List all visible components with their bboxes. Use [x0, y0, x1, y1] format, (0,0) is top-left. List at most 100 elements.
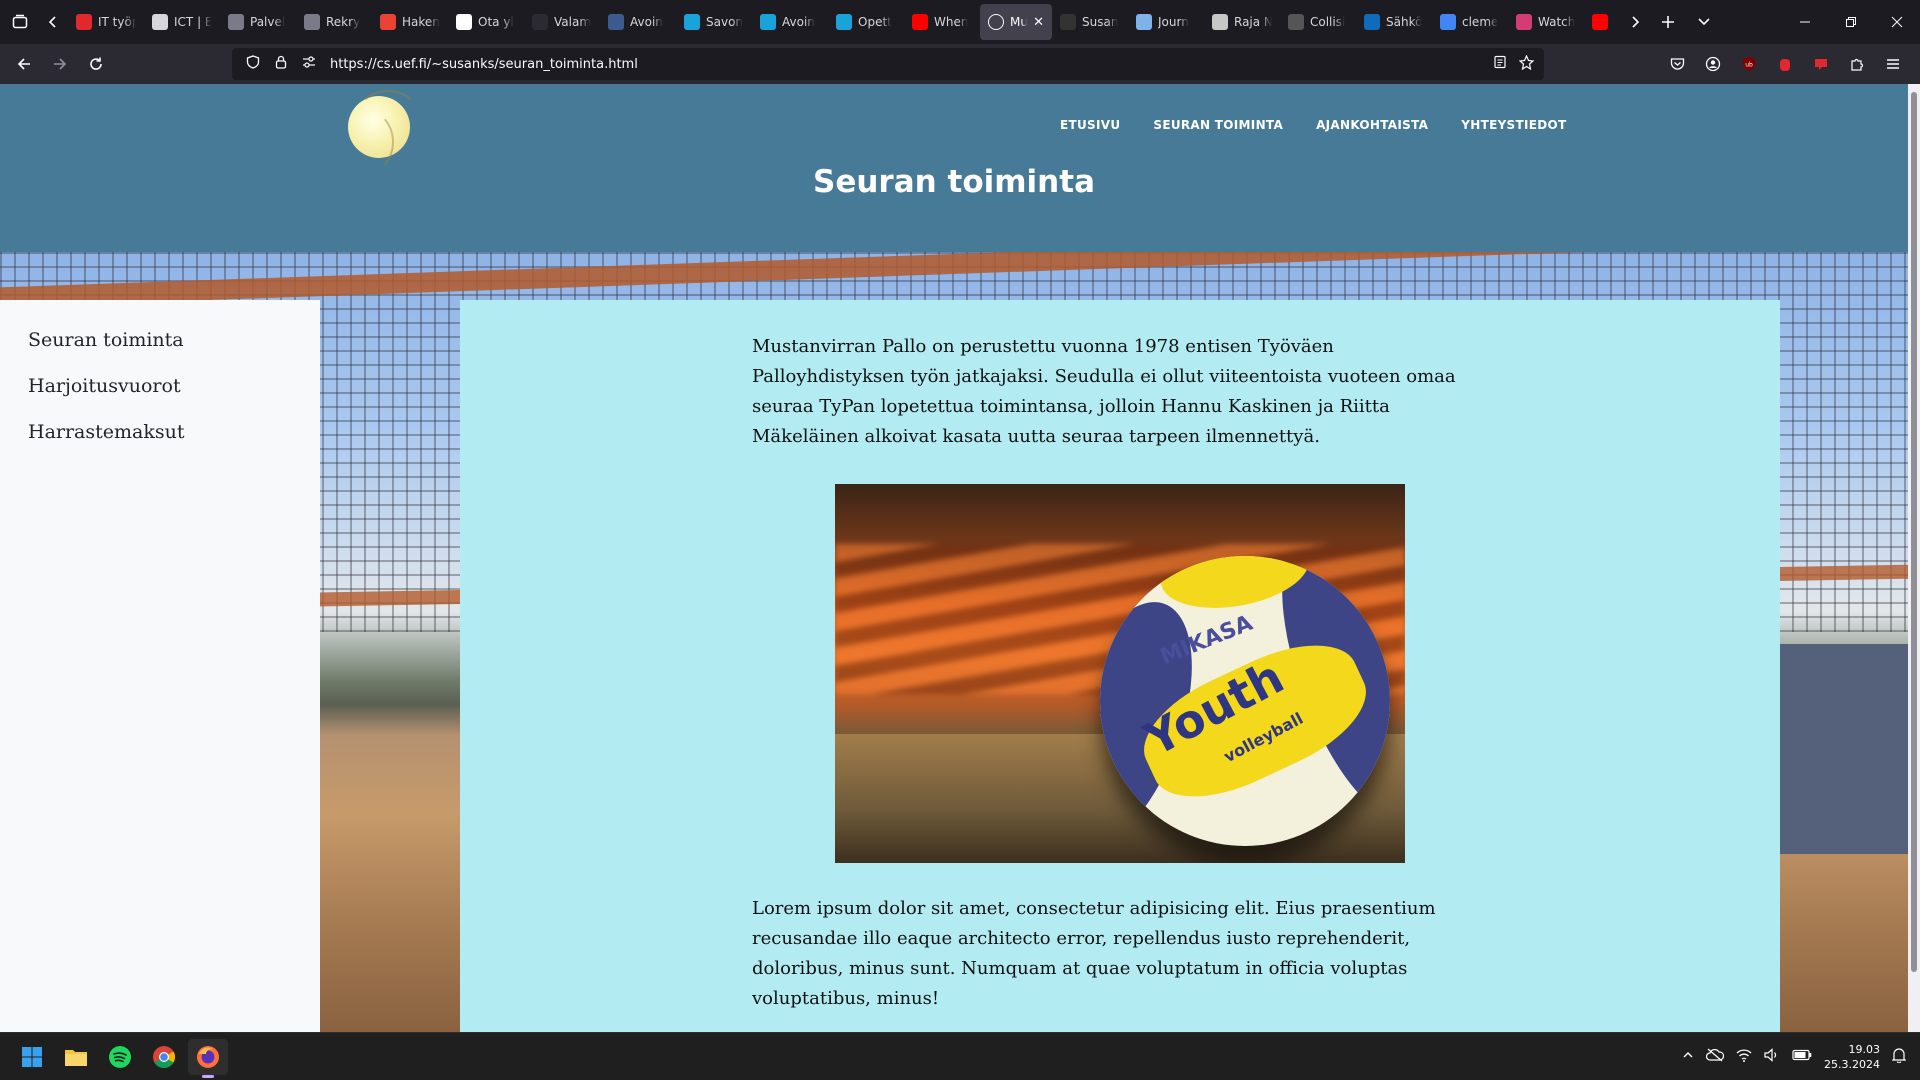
show-hidden-icons-chevron-icon[interactable]: [1682, 1049, 1694, 1065]
sidebar-item-harjoitusvuorot[interactable]: Harjoitusvuorot: [0, 366, 320, 412]
browser-tab[interactable]: Avoin: [600, 4, 676, 40]
youtube-favicon: [912, 14, 928, 30]
url-bar[interactable]: https://cs.uef.fi/~susanks/seuran_toimin…: [232, 48, 1544, 80]
browser-tab[interactable]: Watch: [1508, 4, 1584, 40]
gmail-favicon: [380, 14, 396, 30]
nav-link-etusivu[interactable]: ETUSIVU: [1060, 118, 1120, 132]
clock[interactable]: 19.03 25.3.2024: [1824, 1042, 1880, 1072]
volume-icon[interactable]: [1764, 1048, 1780, 1066]
close-tab-icon[interactable]: ✕: [1033, 15, 1044, 30]
browser-tab[interactable]: Ota yl: [448, 4, 524, 40]
tab-title: Watch: [1538, 15, 1576, 29]
extensions-puzzle-icon[interactable]: [1840, 48, 1874, 80]
cloud-favicon: [1136, 14, 1152, 30]
ublock-origin-icon[interactable]: ub: [1732, 48, 1766, 80]
wifi-icon[interactable]: [1736, 1048, 1752, 1066]
hand-extension-icon[interactable]: [1768, 48, 1802, 80]
spotify-icon[interactable]: [100, 1039, 140, 1075]
nav-link-yhteystiedot[interactable]: YHTEYSTIEDOT: [1461, 118, 1566, 132]
red-extension-icon[interactable]: [1804, 48, 1838, 80]
windows-start-icon[interactable]: [12, 1039, 52, 1075]
browser-tab[interactable]: IT työp: [68, 4, 144, 40]
tabs-scroll-left-icon[interactable]: [38, 4, 68, 40]
tab-title: When: [934, 15, 969, 29]
sidebar-item-harrastemaksut[interactable]: Harrastemaksut: [0, 412, 320, 458]
intro-paragraph: Mustanvirran Pallo on perustettu vuonna …: [752, 336, 1456, 447]
nav-link-seuran-toiminta[interactable]: SEURAN TOIMINTA: [1153, 118, 1283, 132]
minimize-icon[interactable]: [1782, 0, 1828, 44]
tabs-scroll-right-icon[interactable]: [1620, 4, 1650, 40]
close-window-icon[interactable]: [1874, 0, 1920, 44]
browser-tab[interactable]: Palvel: [220, 4, 296, 40]
browser-tab[interactable]: Rekry: [296, 4, 372, 40]
scrollbar-thumb[interactable]: [1911, 92, 1917, 972]
browser-tab[interactable]: Savon: [676, 4, 752, 40]
notification-bell-icon[interactable]: [1891, 1047, 1907, 1067]
browser-tab[interactable]: Susan: [1052, 4, 1128, 40]
browser-tab[interactable]: Avoin: [752, 4, 828, 40]
browser-tab[interactable]: [1584, 4, 1620, 40]
outlook-favicon: [1364, 14, 1380, 30]
browser-tab[interactable]: Opett: [828, 4, 904, 40]
volleyball-photo: MIKASA Youth volleyball: [835, 484, 1405, 863]
tab-title: Rekry: [326, 15, 361, 29]
tab-title: Avoin: [782, 15, 815, 29]
url-text[interactable]: https://cs.uef.fi/~susanks/seuran_toimin…: [330, 57, 638, 72]
firefox-view-icon[interactable]: [2, 4, 38, 40]
main-navigation: ETUSIVU SEURAN TOIMINTA AJANKOHTAISTA YH…: [1060, 118, 1567, 132]
tab-title: Palvel: [250, 15, 286, 29]
nav-link-ajankohtaista[interactable]: AJANKOHTAISTA: [1316, 118, 1428, 132]
lorem-paragraph: Lorem ipsum dolor sit amet, consectetur …: [752, 898, 1436, 1009]
clock-time: 19.03: [1848, 1043, 1881, 1056]
ring-favicon: [684, 14, 700, 30]
forward-arrow-icon[interactable]: [42, 48, 78, 80]
reload-icon[interactable]: [78, 48, 114, 80]
menu-lines-favicon: [152, 14, 168, 30]
reader-view-icon[interactable]: [1493, 55, 1507, 74]
tab-title: Haken: [402, 15, 440, 29]
permissions-icon[interactable]: [298, 56, 320, 72]
browser-tab[interactable]: Valam: [524, 4, 600, 40]
new-tab-plus-icon[interactable]: [1650, 4, 1686, 40]
browser-tab[interactable]: ICT | E: [144, 4, 220, 40]
pocket-icon[interactable]: [1660, 48, 1694, 80]
volleyball-logo[interactable]: [348, 90, 420, 174]
tab-title: Collisi: [1310, 15, 1346, 29]
tab-title: ICT | E: [174, 15, 212, 29]
restore-icon[interactable]: [1828, 0, 1874, 44]
browser-tab[interactable]: Raja N: [1204, 4, 1280, 40]
browser-tab[interactable]: Haken: [372, 4, 448, 40]
app-menu-hamburger-icon[interactable]: [1876, 48, 1910, 80]
image-favicon: [1212, 14, 1228, 30]
file-explorer-icon[interactable]: [56, 1039, 96, 1075]
tab-title: Journ: [1158, 15, 1189, 29]
sidebar-item-seuran-toiminta[interactable]: Seuran toiminta: [0, 320, 320, 366]
onedrive-offline-icon[interactable]: [1705, 1048, 1725, 1066]
account-icon[interactable]: [1696, 48, 1730, 80]
back-arrow-icon[interactable]: [6, 48, 42, 80]
tracking-shield-icon[interactable]: [242, 55, 264, 73]
shape-favicon: [1288, 14, 1304, 30]
ring-favicon: [836, 14, 852, 30]
active-app-indicator: [202, 1075, 214, 1078]
tab-title: Mu: [1010, 15, 1028, 29]
chrome-icon[interactable]: [144, 1039, 184, 1075]
toolbar-extensions: ub: [1660, 44, 1910, 84]
system-tray: 19.03 25.3.2024: [1682, 1033, 1920, 1080]
book-favicon: [608, 14, 624, 30]
browser-tab[interactable]: When: [904, 4, 980, 40]
browser-tab[interactable]: Sähkö: [1356, 4, 1432, 40]
browser-tab[interactable]: cleme: [1432, 4, 1508, 40]
browser-tab[interactable]: Collisi: [1280, 4, 1356, 40]
bookmark-star-icon[interactable]: [1518, 54, 1535, 74]
red-figure-favicon: [76, 14, 92, 30]
sidebar-menu: Seuran toiminta Harjoitusvuorot Harraste…: [0, 300, 320, 1032]
firefox-icon[interactable]: [188, 1039, 228, 1075]
lock-icon[interactable]: [270, 55, 292, 73]
browser-tab[interactable]: Journ: [1128, 4, 1204, 40]
browser-tab-active[interactable]: Mu ✕: [980, 4, 1052, 40]
battery-icon[interactable]: [1792, 1049, 1812, 1065]
page-scrollbar[interactable]: [1908, 84, 1920, 1032]
list-all-tabs-chevron-icon[interactable]: [1686, 4, 1722, 40]
tab-title: cleme: [1462, 15, 1499, 29]
